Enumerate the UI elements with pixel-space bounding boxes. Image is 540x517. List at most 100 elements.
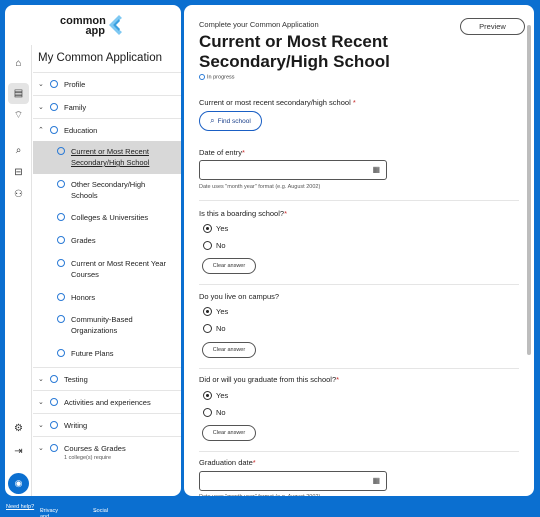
search-icon: ⌕ bbox=[210, 116, 215, 125]
radio-selected-icon bbox=[203, 224, 212, 233]
radio-icon bbox=[203, 241, 212, 250]
radio-selected-icon bbox=[203, 307, 212, 316]
subnav-community-orgs[interactable]: Community-Based Organizations bbox=[33, 311, 181, 345]
logo-text-app: app bbox=[85, 25, 105, 37]
scrollbar[interactable] bbox=[527, 25, 531, 355]
calendar-icon[interactable]: ▦ bbox=[372, 165, 380, 174]
avatar[interactable]: ◉ bbox=[8, 473, 29, 494]
status-badge: In progress bbox=[199, 74, 235, 80]
nav-item-education[interactable]: ⌃ Education bbox=[33, 118, 181, 141]
graduation-date-input[interactable]: ▦ bbox=[199, 471, 387, 491]
chevron-down-icon: ⌄ bbox=[38, 104, 44, 111]
nav-item-writing[interactable]: ⌄ Writing bbox=[33, 413, 181, 436]
divider bbox=[199, 284, 519, 285]
inbox-icon[interactable]: ⊟ bbox=[8, 162, 29, 183]
chevron-down-icon: ⌄ bbox=[38, 422, 44, 429]
graduate-label: Did or will you graduate from this schoo… bbox=[199, 375, 340, 384]
nav-item-label: Family bbox=[64, 103, 87, 112]
subnav-label: Schools bbox=[71, 191, 98, 200]
nav-item-testing[interactable]: ⌄ Testing bbox=[33, 367, 181, 390]
status-circle-icon bbox=[57, 147, 65, 155]
calendar-icon[interactable]: ▦ bbox=[372, 476, 380, 485]
subnav-label: Current or Most Recent Year bbox=[71, 259, 167, 268]
subnav-label: Grades bbox=[71, 236, 96, 245]
logo-mark-icon bbox=[109, 15, 122, 35]
nav-item-label: Writing bbox=[64, 421, 88, 430]
icon-rail: ⌂ ▤ ⌔ ⌕ ⊟ ⚇ ⚙ ⇥ ◉ bbox=[5, 45, 32, 496]
college-icon[interactable]: ⌔ bbox=[8, 105, 29, 126]
footer: Need help? Privacy and legal ⌄ Social ⌄ bbox=[6, 504, 108, 517]
section-nav: ⌄ Profile ⌄ Family ⌃ Education Current o… bbox=[33, 72, 181, 466]
status-circle-icon bbox=[50, 103, 58, 111]
main-content: Complete your Common Application Preview… bbox=[184, 5, 534, 496]
nav-item-family[interactable]: ⌄ Family bbox=[33, 95, 181, 118]
subnav-label: Organizations bbox=[71, 326, 118, 335]
subnav-label: Colleges & Universities bbox=[71, 213, 149, 222]
application-icon[interactable]: ▤ bbox=[8, 83, 29, 104]
subnav-label: Courses bbox=[71, 270, 99, 279]
settings-gear-icon[interactable]: ⚙ bbox=[8, 418, 29, 439]
status-circle-icon bbox=[50, 80, 58, 88]
recommenders-icon[interactable]: ⚇ bbox=[8, 184, 29, 205]
nav-item-label: Courses & Grades bbox=[64, 444, 126, 453]
subnav-label: Honors bbox=[71, 293, 96, 302]
subnav-label: Future Plans bbox=[71, 349, 114, 358]
nav-item-courses-grades[interactable]: ⌄ Courses & Grades 1 college(s) require bbox=[33, 436, 181, 466]
graduate-clear-button[interactable]: Clear answer bbox=[202, 425, 256, 441]
subnav-honors[interactable]: Honors bbox=[33, 289, 181, 311]
nav-item-label: Testing bbox=[64, 375, 88, 384]
school-field-label: Current or most recent secondary/high sc… bbox=[199, 98, 356, 107]
nav-item-activities[interactable]: ⌄ Activities and experiences bbox=[33, 390, 181, 413]
status-circle-icon bbox=[50, 375, 58, 383]
nav-item-label: Profile bbox=[64, 80, 86, 89]
subnav-courses[interactable]: Current or Most Recent Year Courses bbox=[33, 255, 181, 289]
status-circle-icon bbox=[57, 315, 65, 323]
date-format-hint: Date uses "month year" format (e.g. Augu… bbox=[199, 184, 321, 190]
home-icon[interactable]: ⌂ bbox=[8, 53, 29, 74]
campus-label: Do you live on campus? bbox=[199, 292, 280, 301]
sidebar: common app ⌂ ▤ ⌔ ⌕ ⊟ ⚇ ⚙ ⇥ ◉ My Common A… bbox=[5, 5, 181, 496]
subnav-label: Current or Most Recent bbox=[71, 147, 149, 156]
radio-selected-icon bbox=[203, 391, 212, 400]
date-entry-input[interactable]: ▦ bbox=[199, 160, 387, 180]
chevron-down-icon: ⌄ bbox=[40, 508, 45, 514]
eyebrow-text: Complete your Common Application bbox=[199, 20, 319, 29]
divider bbox=[199, 368, 519, 369]
education-subnav: Current or Most Recent Secondary/High Sc… bbox=[33, 141, 181, 367]
campus-clear-button[interactable]: Clear answer bbox=[202, 342, 256, 358]
subnav-label: Other Secondary/High bbox=[71, 180, 146, 189]
date-entry-label: Date of entry* bbox=[199, 148, 245, 157]
find-school-button[interactable]: ⌕ Find school bbox=[199, 111, 262, 131]
subnav-grades[interactable]: Grades bbox=[33, 232, 181, 255]
status-circle-icon bbox=[57, 349, 65, 357]
subnav-colleges[interactable]: Colleges & Universities bbox=[33, 209, 181, 232]
preview-button[interactable]: Preview bbox=[460, 18, 525, 35]
status-circle-icon bbox=[57, 180, 65, 188]
subnav-other-schools[interactable]: Other Secondary/High Schools bbox=[33, 174, 181, 209]
chevron-down-icon: ⌄ bbox=[38, 399, 44, 406]
subnav-current-school[interactable]: Current or Most Recent Secondary/High Sc… bbox=[33, 141, 181, 174]
search-icon[interactable]: ⌕ bbox=[8, 140, 29, 161]
status-circle-icon bbox=[57, 213, 65, 221]
logout-icon[interactable]: ⇥ bbox=[8, 441, 29, 462]
boarding-clear-button[interactable]: Clear answer bbox=[202, 258, 256, 274]
need-help-link[interactable]: Need help? bbox=[6, 504, 34, 510]
nav-item-sublabel: 1 college(s) require bbox=[64, 455, 112, 461]
graduation-date-label: Graduation date* bbox=[199, 458, 256, 467]
subnav-label: Secondary/High School bbox=[71, 158, 150, 167]
chevron-up-icon: ⌃ bbox=[38, 127, 44, 134]
graduation-date-hint: Date uses "month year" format (e.g. Augu… bbox=[199, 494, 320, 496]
status-circle-icon bbox=[199, 74, 205, 80]
status-circle-icon bbox=[50, 444, 58, 452]
status-circle-icon bbox=[50, 126, 58, 134]
boarding-label: Is this a boarding school?* bbox=[199, 209, 287, 218]
chevron-down-icon: ⌄ bbox=[38, 81, 44, 88]
chevron-down-icon: ⌄ bbox=[93, 508, 98, 514]
divider bbox=[199, 200, 519, 201]
subnav-future-plans[interactable]: Future Plans bbox=[33, 345, 181, 367]
chevron-down-icon: ⌄ bbox=[38, 445, 44, 452]
common-app-logo[interactable]: common app bbox=[60, 11, 130, 41]
radio-icon bbox=[203, 408, 212, 417]
divider bbox=[199, 451, 519, 452]
nav-item-profile[interactable]: ⌄ Profile bbox=[33, 72, 181, 95]
